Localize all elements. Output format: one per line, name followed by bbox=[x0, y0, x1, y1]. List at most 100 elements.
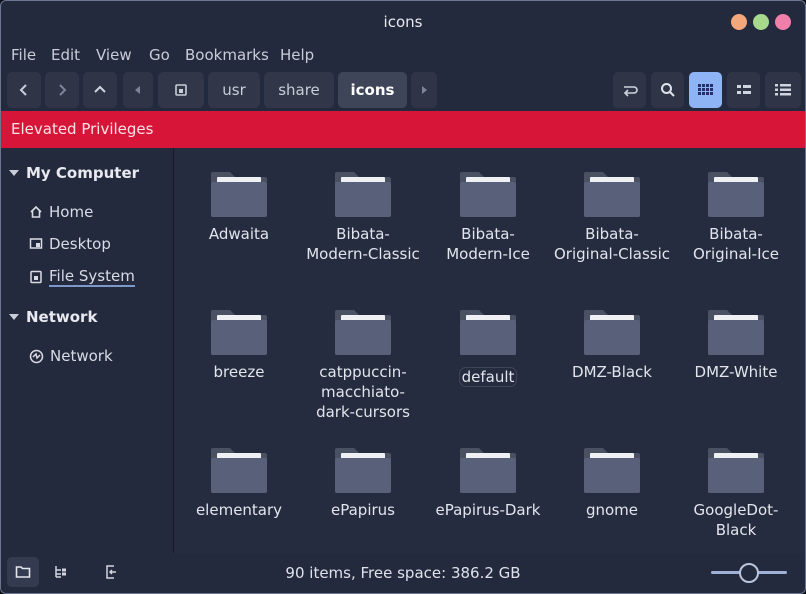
folder-name: ePapirus bbox=[301, 500, 425, 520]
icon-view-button[interactable] bbox=[689, 72, 722, 108]
desktop-icon bbox=[29, 238, 43, 249]
sidebar-section-my-computer[interactable]: My Computer bbox=[9, 164, 139, 182]
elevated-privileges-banner: Elevated Privileges bbox=[1, 111, 805, 148]
sidebar-section-network[interactable]: Network bbox=[9, 308, 97, 326]
folder-name: catppuccin-macchiato-dark-cursors bbox=[301, 362, 425, 422]
folder-name: ePapirus-Dark bbox=[426, 500, 550, 520]
folder-name-line: default bbox=[458, 367, 518, 387]
sidebar-item-file-system[interactable]: File System bbox=[29, 267, 135, 287]
grid-icon bbox=[697, 84, 713, 95]
maximize-button[interactable] bbox=[753, 14, 769, 30]
folder-item[interactable]: Adwaita bbox=[177, 169, 301, 244]
folder-item[interactable]: DMZ-White bbox=[674, 307, 798, 382]
menu-bar: File Edit View Go Bookmarks Help bbox=[1, 43, 805, 67]
sidebar-item-home[interactable]: Home bbox=[29, 203, 93, 221]
sidebar-item-label: Desktop bbox=[49, 235, 111, 253]
swap-icon bbox=[623, 86, 638, 97]
folder-icon bbox=[211, 172, 267, 217]
folder-name-line: Adwaita bbox=[208, 225, 270, 243]
caret-left-icon bbox=[135, 86, 140, 94]
drive-icon bbox=[30, 270, 42, 284]
folder-item[interactable]: gnome bbox=[550, 445, 674, 520]
folder-name-line: elementary bbox=[195, 501, 283, 519]
sidebar-item-desktop[interactable]: Desktop bbox=[29, 235, 111, 253]
folder-name-line: ePapirus-Dark bbox=[435, 501, 541, 519]
folder-name: DMZ-Black bbox=[550, 362, 674, 382]
folder-name-line: macchiato- bbox=[321, 383, 405, 401]
folder-item[interactable]: elementary bbox=[177, 445, 301, 520]
folder-item[interactable]: Bibata- Modern-Ice bbox=[426, 169, 550, 264]
folder-name: Bibata- Original-Classic bbox=[550, 224, 674, 264]
search-button[interactable] bbox=[651, 72, 684, 108]
minimize-button[interactable] bbox=[731, 14, 747, 30]
folder-name-line: breeze bbox=[213, 363, 265, 381]
menu-go[interactable]: Go bbox=[149, 46, 170, 64]
folder-name-line: DMZ-White bbox=[694, 363, 778, 381]
folder-name: GoogleDot- Black bbox=[674, 500, 798, 540]
toggle-location-button[interactable] bbox=[613, 72, 646, 108]
folder-name: elementary bbox=[177, 500, 301, 520]
menu-help[interactable]: Help bbox=[280, 46, 314, 64]
close-button[interactable] bbox=[775, 14, 791, 30]
folder-icon bbox=[335, 172, 391, 217]
folder-name-line: Black bbox=[715, 521, 757, 539]
status-text: 90 items, Free space: 386.2 GB bbox=[285, 564, 521, 582]
folder-icon bbox=[211, 310, 267, 355]
breadcrumb-usr[interactable]: usr bbox=[208, 72, 260, 108]
folder-icon bbox=[708, 310, 764, 355]
folder-item[interactable]: GoogleDot- Black bbox=[674, 445, 798, 540]
folder-name-line: Bibata- bbox=[461, 225, 515, 243]
forward-button[interactable] bbox=[45, 72, 79, 108]
status-bar: 90 items, Free space: 386.2 GB bbox=[1, 553, 805, 593]
breadcrumb-share[interactable]: share bbox=[264, 72, 334, 108]
home-icon bbox=[30, 205, 42, 218]
back-button[interactable] bbox=[7, 72, 41, 108]
folder-name-line: gnome bbox=[585, 501, 639, 519]
expand-triangle-icon bbox=[9, 314, 19, 320]
folder-name-line: dark-cursors bbox=[316, 403, 410, 421]
folder-name: Adwaita bbox=[177, 224, 301, 244]
file-grid: Adwaita Bibata- Modern-Classic Bibata- Moder… bbox=[174, 148, 805, 553]
folder-item[interactable]: default bbox=[426, 307, 550, 387]
menu-bookmarks[interactable]: Bookmarks bbox=[185, 46, 269, 64]
drive-icon bbox=[175, 84, 187, 96]
title-bar[interactable]: icons bbox=[1, 1, 805, 43]
folder-name-line: Modern-Classic bbox=[306, 245, 420, 263]
sidebar-item-network[interactable]: Network bbox=[29, 347, 113, 365]
chevron-left-icon bbox=[19, 84, 27, 96]
sidebar-item-label: File System bbox=[49, 267, 135, 287]
breadcrumb-root[interactable] bbox=[158, 72, 204, 108]
folder-item[interactable]: Bibata- Original-Classic bbox=[550, 169, 674, 264]
compact-view-button[interactable] bbox=[765, 72, 801, 108]
breadcrumb-scroll-right[interactable] bbox=[411, 72, 437, 108]
folder-name: breeze bbox=[177, 362, 301, 382]
folder-item[interactable]: Bibata- Modern-Classic bbox=[301, 169, 425, 264]
folder-icon bbox=[211, 448, 267, 493]
folder-item[interactable]: Bibata- Original-Ice bbox=[674, 169, 798, 264]
breadcrumb-icons[interactable]: icons bbox=[338, 72, 407, 108]
folder-icon bbox=[584, 310, 640, 355]
folder-name-line: catppuccin- bbox=[319, 363, 407, 381]
menu-view[interactable]: View bbox=[96, 46, 132, 64]
sidebar-item-label: Home bbox=[49, 203, 94, 221]
zoom-slider-handle[interactable] bbox=[739, 563, 759, 583]
menu-file[interactable]: File bbox=[11, 46, 36, 64]
menu-edit[interactable]: Edit bbox=[51, 46, 80, 64]
folder-item[interactable]: breeze bbox=[177, 307, 301, 382]
breadcrumb-scroll-left[interactable] bbox=[123, 72, 153, 108]
folder-name-line: Original-Classic bbox=[554, 245, 670, 263]
chevron-right-icon bbox=[59, 84, 67, 96]
list-icon bbox=[736, 85, 751, 94]
chevron-up-icon bbox=[94, 85, 106, 93]
folder-name: DMZ-White bbox=[674, 362, 798, 382]
folder-item[interactable]: DMZ-Black bbox=[550, 307, 674, 382]
folder-item[interactable]: ePapirus bbox=[301, 445, 425, 520]
sidebar-section-title: My Computer bbox=[26, 164, 140, 182]
folder-item[interactable]: catppuccin-macchiato-dark-cursors bbox=[301, 307, 425, 422]
folder-name-line: Bibata- bbox=[709, 225, 763, 243]
folder-item[interactable]: ePapirus-Dark bbox=[426, 445, 550, 520]
window-title: icons bbox=[383, 13, 423, 31]
list-view-button[interactable] bbox=[727, 72, 760, 108]
folder-name-line: Modern-Ice bbox=[446, 245, 530, 263]
up-button[interactable] bbox=[83, 72, 117, 108]
